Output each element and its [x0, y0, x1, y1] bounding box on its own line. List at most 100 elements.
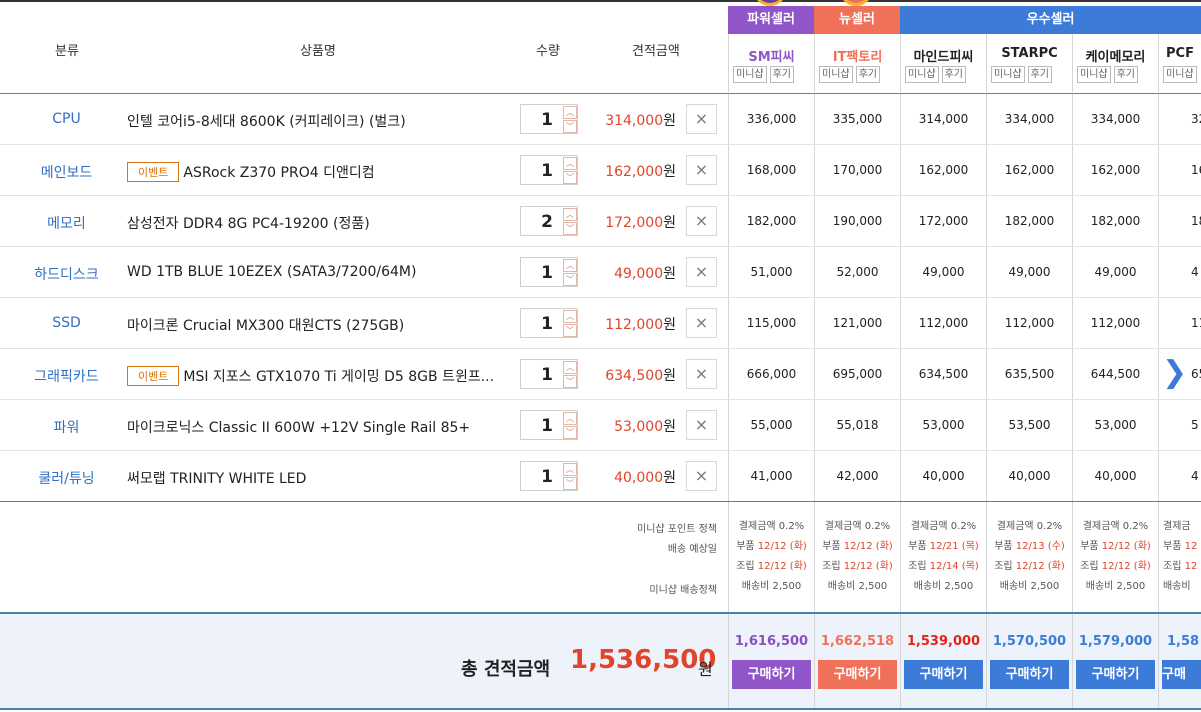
minishop-button[interactable]: 미니샵: [1077, 66, 1111, 83]
quantity-stepper[interactable]: 1 ︿ ﹀: [520, 410, 578, 440]
delete-icon[interactable]: ×: [686, 461, 717, 491]
delete-icon[interactable]: ×: [686, 257, 717, 287]
quantity-value[interactable]: 1: [521, 110, 561, 130]
review-button[interactable]: 후기: [941, 66, 967, 83]
review-button[interactable]: 후기: [855, 66, 881, 83]
quantity-stepper[interactable]: 1 ︿ ﹀: [520, 461, 578, 491]
price-won: 원: [663, 164, 676, 180]
qty-down-icon[interactable]: ﹀: [563, 375, 577, 388]
qty-up-icon[interactable]: ︿: [563, 361, 577, 374]
buy-button[interactable]: 구매하기: [818, 660, 897, 689]
category-label[interactable]: 쿨러/튜닝: [0, 468, 133, 488]
qty-down-icon[interactable]: ﹀: [563, 273, 577, 286]
qty-down-icon[interactable]: ﹀: [563, 477, 577, 490]
policy-parts: 부품 12/21 (목): [901, 537, 986, 557]
qty-up-icon[interactable]: ︿: [563, 157, 577, 170]
quantity-stepper[interactable]: 2 ︿ ﹀: [520, 206, 578, 236]
minishop-button[interactable]: 미니샵: [1163, 66, 1197, 83]
buy-button[interactable]: 구매하기: [1076, 660, 1155, 689]
parts-label: 부품: [736, 541, 758, 552]
seller-price: 190,000: [814, 196, 900, 246]
minishop-button[interactable]: 미니샵: [733, 66, 767, 83]
product-name[interactable]: 이벤트 ASRock Z370 PRO4 디앤디컴: [127, 162, 375, 182]
product-name[interactable]: 써모랩 TRINITY WHITE LED: [127, 468, 306, 488]
quantity-stepper[interactable]: 1 ︿ ﹀: [520, 257, 578, 287]
qty-up-icon[interactable]: ︿: [563, 106, 577, 119]
qty-down-icon[interactable]: ﹀: [563, 426, 577, 439]
minishop-button[interactable]: 미니샵: [905, 66, 939, 83]
seller-header-4: STARPC 미니샵 후기: [986, 34, 1072, 92]
seller-price: 172,000: [900, 196, 986, 246]
review-button[interactable]: 후기: [769, 66, 795, 83]
buy-button[interactable]: 구매하기: [732, 660, 811, 689]
product-name[interactable]: 이벤트 MSI 지포스 GTX1070 Ti 게이밍 D5 8GB 트윈프...: [127, 366, 494, 386]
quantity-value[interactable]: 1: [521, 314, 561, 334]
quantity-stepper[interactable]: 1 ︿ ﹀: [520, 359, 578, 389]
seller-links: 미니샵 후기: [991, 66, 1053, 83]
delete-icon[interactable]: ×: [686, 359, 717, 389]
minishop-button[interactable]: 미니샵: [991, 66, 1025, 83]
seller-name[interactable]: SM피씨: [729, 46, 814, 65]
seller-name[interactable]: 케이메모리: [1073, 46, 1158, 65]
buy-button[interactable]: 구매하기: [990, 660, 1069, 689]
row-price: 112,000원: [590, 314, 676, 334]
next-sellers-arrow-icon[interactable]: ❯: [1162, 358, 1187, 390]
quantity-value[interactable]: 1: [521, 161, 561, 181]
parts-date: 12/12 (화): [757, 541, 807, 552]
qty-up-icon[interactable]: ︿: [563, 412, 577, 425]
qty-down-icon[interactable]: ﹀: [563, 171, 577, 184]
row-price: 162,000원: [590, 161, 676, 181]
qty-down-icon[interactable]: ﹀: [563, 120, 577, 133]
delete-icon[interactable]: ×: [686, 410, 717, 440]
policy-shipping: 배송비 2,500: [827, 581, 888, 592]
quantity-value[interactable]: 1: [521, 416, 561, 436]
seller-name[interactable]: STARPC: [987, 46, 1072, 61]
delete-icon[interactable]: ×: [686, 104, 717, 134]
policy-parts: 부품 12/12 (화): [729, 537, 814, 557]
seller-price: 53,000: [900, 400, 986, 450]
seller-name[interactable]: 마인드피씨: [901, 46, 986, 65]
category-label[interactable]: 메인보드: [0, 162, 133, 182]
product-name[interactable]: 삼성전자 DDR4 8G PC4-19200 (정품): [127, 213, 370, 233]
buy-button[interactable]: 구매하기: [904, 660, 983, 689]
quantity-value[interactable]: 1: [521, 467, 561, 487]
price-value: 40,000: [614, 470, 664, 486]
seller-name[interactable]: IT팩토리: [815, 46, 900, 65]
product-name[interactable]: 마이크로닉스 Classic II 600W +12V Single Rail …: [127, 417, 470, 437]
qty-up-icon[interactable]: ︿: [563, 259, 577, 272]
delete-icon[interactable]: ×: [686, 155, 717, 185]
quantity-value[interactable]: 1: [521, 365, 561, 385]
category-label[interactable]: 하드디스크: [0, 264, 133, 284]
minishop-button[interactable]: 미니샵: [819, 66, 853, 83]
qty-down-icon[interactable]: ﹀: [563, 324, 577, 337]
delete-icon[interactable]: ×: [686, 206, 717, 236]
quantity-value[interactable]: 1: [521, 263, 561, 283]
delete-icon[interactable]: ×: [686, 308, 717, 338]
qty-up-icon[interactable]: ︿: [563, 463, 577, 476]
category-label[interactable]: 그래픽카드: [0, 366, 133, 386]
category-label[interactable]: CPU: [0, 111, 133, 127]
qty-up-icon[interactable]: ︿: [563, 310, 577, 323]
seller-price: 41,000: [728, 451, 814, 501]
quantity-stepper[interactable]: 1 ︿ ﹀: [520, 104, 578, 134]
qty-down-icon[interactable]: ﹀: [563, 222, 577, 235]
assembly-label: 조립: [908, 561, 930, 572]
product-name[interactable]: 마이크론 Crucial MX300 대원CTS (275GB): [127, 315, 404, 335]
review-button[interactable]: 후기: [1113, 66, 1139, 83]
seller-price: 32: [1158, 94, 1201, 144]
quantity-stepper[interactable]: 1 ︿ ﹀: [520, 308, 578, 338]
category-label[interactable]: 메모리: [0, 213, 133, 233]
assembly-label: 조립: [1163, 561, 1185, 572]
quantity-value[interactable]: 2: [521, 212, 561, 232]
buy-button[interactable]: 구매: [1162, 660, 1201, 689]
seller-name[interactable]: PCF: [1159, 46, 1201, 61]
product-name[interactable]: 인텔 코어i5-8세대 8600K (커피레이크) (벌크): [127, 111, 406, 131]
category-label[interactable]: SSD: [0, 315, 133, 331]
product-name[interactable]: WD 1TB BLUE 10EZEX (SATA3/7200/64M): [127, 264, 416, 280]
category-label[interactable]: 파워: [0, 417, 133, 437]
review-button[interactable]: 후기: [1027, 66, 1053, 83]
row-price: 314,000원: [590, 110, 676, 130]
quantity-stepper[interactable]: 1 ︿ ﹀: [520, 155, 578, 185]
price-won: 원: [663, 266, 676, 282]
qty-up-icon[interactable]: ︿: [563, 208, 577, 221]
